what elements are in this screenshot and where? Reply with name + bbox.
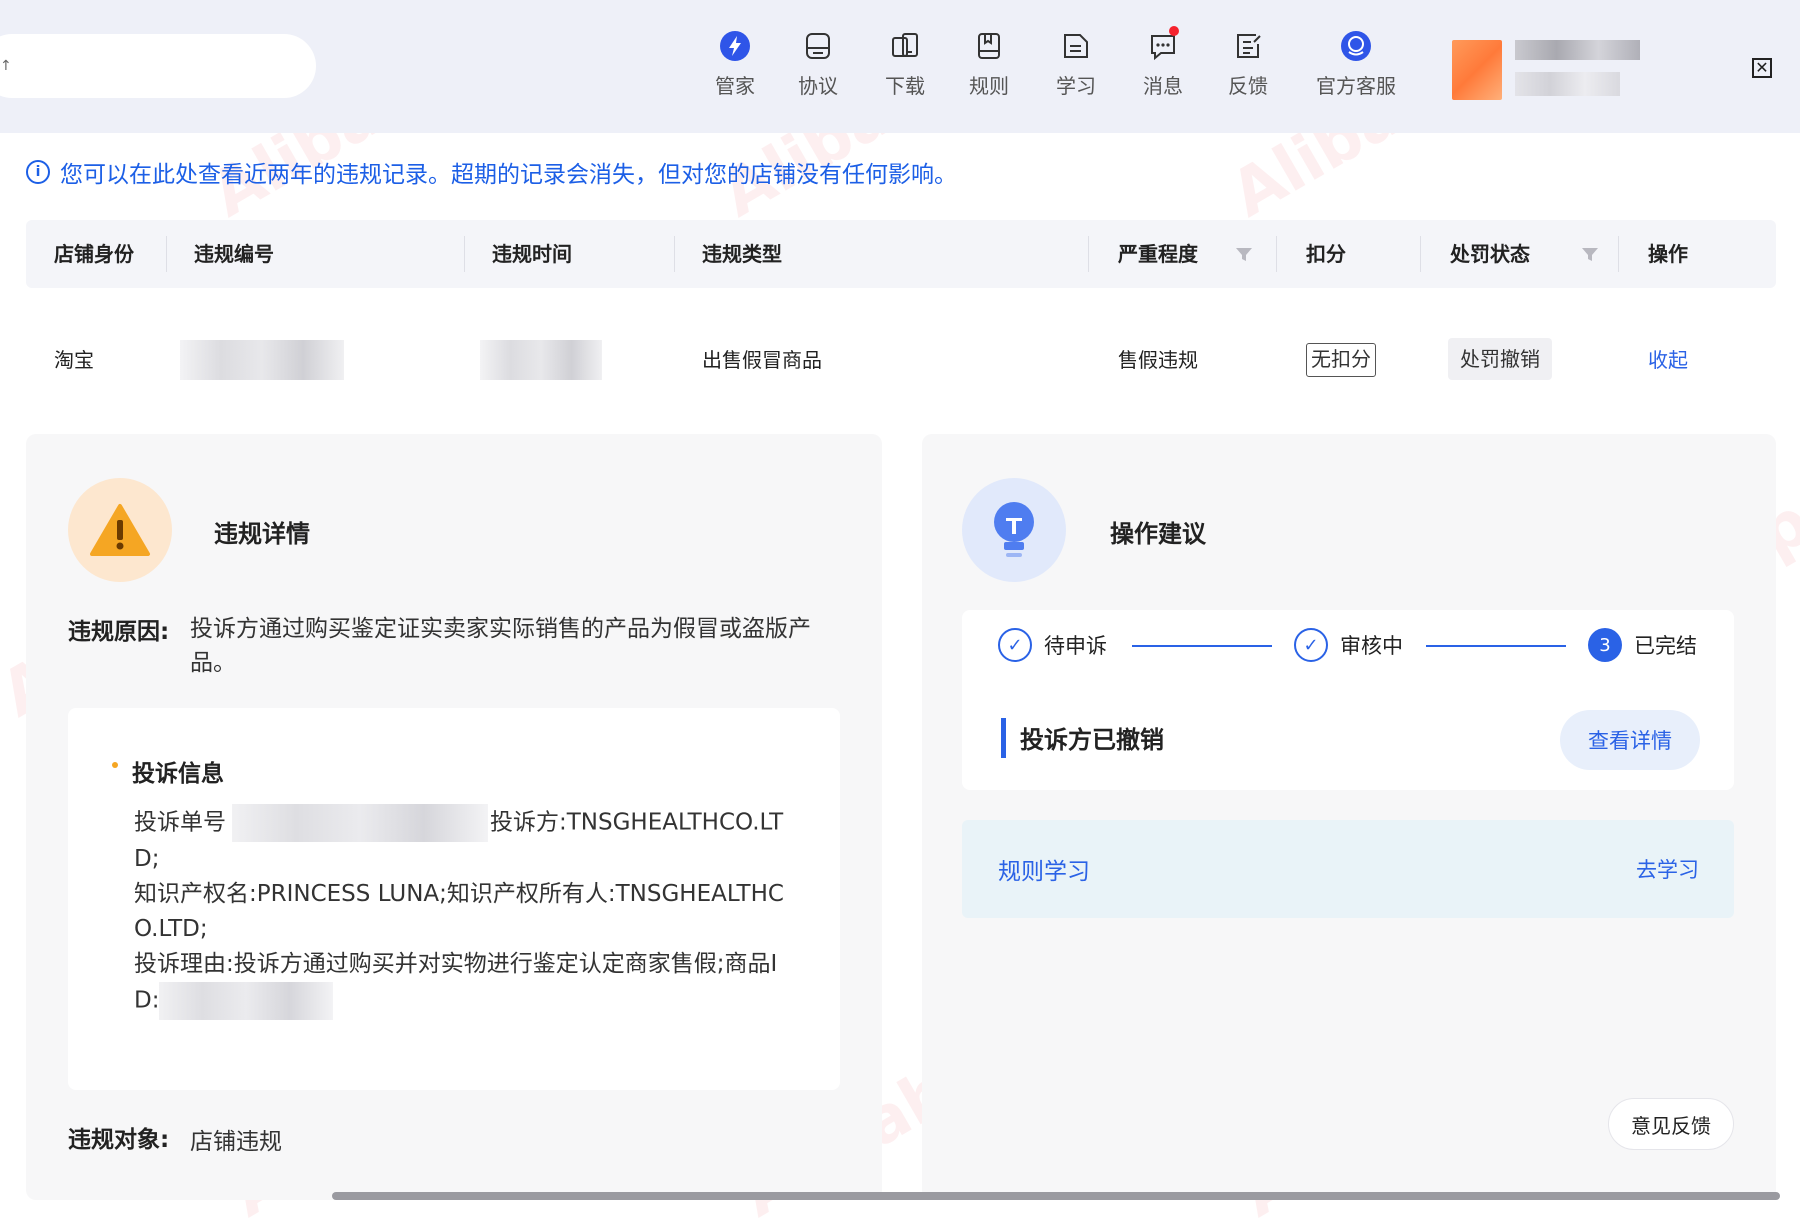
rules-icon bbox=[971, 28, 1007, 64]
advice-title: 操作建议 bbox=[1110, 520, 1206, 548]
feedback-icon bbox=[1230, 28, 1266, 64]
search-input[interactable] bbox=[0, 34, 316, 98]
status-accent-bar bbox=[1001, 718, 1006, 758]
info-icon: i bbox=[26, 160, 50, 184]
nav-item-customer-service[interactable]: 官方客服 bbox=[1311, 28, 1401, 99]
complaint-order-label: 投诉单号 bbox=[134, 809, 226, 836]
rule-learning-label: 规则学习 bbox=[998, 859, 1090, 885]
column-divider bbox=[166, 236, 167, 272]
view-details-button[interactable]: 查看详情 bbox=[1560, 710, 1700, 770]
status-text: 投诉方已撤销 bbox=[1020, 726, 1164, 754]
step-label: 审核中 bbox=[1340, 634, 1403, 658]
avatar[interactable] bbox=[1452, 40, 1502, 100]
step-number: 3 bbox=[1588, 628, 1622, 662]
column-divider bbox=[1276, 236, 1277, 272]
nav-item-rules[interactable]: 规则 bbox=[944, 28, 1034, 99]
step-reviewing: ✓ 审核中 bbox=[1294, 628, 1403, 662]
close-icon[interactable]: ✕ bbox=[1752, 58, 1772, 78]
complaint-title: 投诉信息 bbox=[132, 761, 224, 787]
nav-item-message[interactable]: 消息 bbox=[1118, 26, 1208, 99]
caret-icon: ↑ bbox=[0, 58, 12, 74]
complaint-order-blurred bbox=[232, 804, 488, 842]
th-status: 处罚状态 bbox=[1450, 242, 1530, 266]
target-label: 违规对象: bbox=[68, 1127, 170, 1153]
bullet-dot bbox=[112, 762, 118, 768]
notification-dot bbox=[1169, 26, 1179, 36]
cell-violation-id-blurred bbox=[180, 340, 344, 380]
nav-item-feedback[interactable]: 反馈 bbox=[1203, 28, 1293, 99]
column-divider bbox=[1420, 236, 1421, 272]
product-id-blurred bbox=[159, 982, 334, 1020]
agreement-icon bbox=[800, 28, 836, 64]
th-identity: 店铺身份 bbox=[54, 242, 134, 266]
notice-banner: i 您可以在此处查看近两年的违规记录。超期的记录会消失，但对您的店铺没有任何影响… bbox=[26, 155, 957, 189]
nav-item-butler[interactable]: 管家 bbox=[690, 28, 780, 99]
nav-item-agreement[interactable]: 协议 bbox=[773, 28, 863, 99]
step-connector bbox=[1132, 645, 1272, 647]
collapse-link[interactable]: 收起 bbox=[1648, 340, 1688, 380]
details-title: 违规详情 bbox=[214, 520, 310, 548]
step-label: 已完结 bbox=[1634, 634, 1697, 658]
column-divider bbox=[1618, 236, 1619, 272]
table-header: 店铺身份 违规编号 违规时间 违规类型 严重程度 扣分 处罚状态 操作 bbox=[26, 220, 1776, 288]
nav-label: 协议 bbox=[798, 74, 838, 98]
notice-text: 您可以在此处查看近两年的违规记录。超期的记录会消失，但对您的店铺没有任何影响。 bbox=[60, 162, 957, 188]
complaint-ip-line: 知识产权名:PRINCESS LUNA;知识产权所有人:TNSGHEALTHCO… bbox=[134, 881, 784, 942]
reason-label: 违规原因: bbox=[68, 619, 170, 645]
step-connector bbox=[1426, 645, 1566, 647]
deduction-tag: 无扣分 bbox=[1306, 343, 1376, 377]
step-pending-appeal: ✓ 待申诉 bbox=[998, 628, 1107, 662]
th-violation-type: 违规类型 bbox=[702, 242, 782, 266]
check-icon: ✓ bbox=[998, 628, 1032, 662]
lightning-icon bbox=[717, 28, 753, 64]
nav-label: 官方客服 bbox=[1316, 74, 1396, 98]
column-divider bbox=[1088, 236, 1089, 272]
filter-icon[interactable] bbox=[1580, 244, 1600, 264]
nav-item-download[interactable]: 下载 bbox=[860, 28, 950, 99]
learn-icon bbox=[1058, 28, 1094, 64]
cell-identity: 淘宝 bbox=[54, 348, 94, 372]
customer-service-icon bbox=[1338, 28, 1374, 64]
download-icon bbox=[887, 28, 923, 64]
horizontal-scrollbar[interactable] bbox=[332, 1192, 1780, 1200]
column-divider bbox=[674, 236, 675, 272]
step-label: 待申诉 bbox=[1044, 634, 1107, 658]
go-learn-link[interactable]: 去学习 bbox=[1636, 854, 1699, 884]
th-severity: 严重程度 bbox=[1118, 242, 1198, 266]
complaint-body: 投诉单号 投诉方:TNSGHEALTHCO.LTD; 知识产权名:PRINCESS… bbox=[134, 804, 794, 1020]
cell-severity: 售假违规 bbox=[1118, 348, 1198, 372]
user-info-blurred bbox=[1515, 72, 1620, 96]
nav-label: 规则 bbox=[969, 74, 1009, 98]
feedback-button[interactable]: 意见反馈 bbox=[1608, 1098, 1734, 1150]
user-name-blurred bbox=[1515, 40, 1640, 60]
th-deduction: 扣分 bbox=[1306, 242, 1346, 266]
column-divider bbox=[464, 236, 465, 272]
message-icon bbox=[1145, 26, 1181, 64]
th-violation-time: 违规时间 bbox=[492, 242, 572, 266]
check-icon: ✓ bbox=[1294, 628, 1328, 662]
nav-label: 学习 bbox=[1056, 74, 1096, 98]
lightbulb-icon bbox=[962, 478, 1066, 582]
reason-text: 投诉方通过购买鉴定证实卖家实际销售的产品为假冒或盗版产品。 bbox=[190, 616, 811, 676]
th-action: 操作 bbox=[1648, 242, 1688, 266]
top-bar: ↑ 管家 协议 下载 规则 学习 消息 反馈 官方客服 ✕ bbox=[0, 0, 1800, 133]
cell-violation-time-blurred bbox=[480, 340, 602, 380]
nav-label: 下载 bbox=[885, 74, 925, 98]
th-violation-id: 违规编号 bbox=[194, 242, 274, 266]
status-badge: 处罚撤销 bbox=[1448, 338, 1552, 380]
step-completed: 3 已完结 bbox=[1588, 628, 1697, 662]
nav-item-learn[interactable]: 学习 bbox=[1031, 28, 1121, 99]
filter-icon[interactable] bbox=[1234, 244, 1254, 264]
nav-label: 管家 bbox=[715, 74, 755, 98]
cell-violation-type: 出售假冒商品 bbox=[702, 348, 822, 372]
nav-label: 消息 bbox=[1143, 74, 1183, 98]
warning-icon bbox=[68, 478, 172, 582]
nav-label: 反馈 bbox=[1228, 74, 1268, 98]
target-value: 店铺违规 bbox=[190, 1129, 282, 1155]
